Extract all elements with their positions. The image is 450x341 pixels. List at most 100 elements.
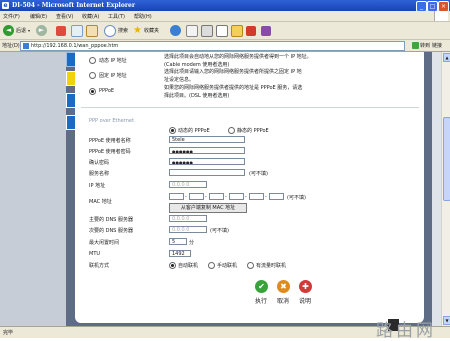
secondary-dns-input[interactable]: 0.0.0.0 bbox=[169, 226, 207, 233]
wan-dynamic-desc: 选择此项目会自动地从您的网际网络服务提供者得到一个 IP 地址。 bbox=[164, 54, 312, 60]
ip-address-input[interactable]: 0.0.0.0 bbox=[169, 181, 207, 188]
scroll-up-icon[interactable]: ▲ bbox=[443, 53, 450, 62]
pppoe-dynamic-label: 动态的 PPPoE bbox=[178, 128, 210, 134]
refresh-button[interactable] bbox=[71, 24, 83, 37]
mtu-label: MTU bbox=[89, 251, 101, 257]
mac-sep-3: - bbox=[225, 194, 227, 200]
forward-button[interactable]: ► bbox=[36, 24, 47, 37]
clone-mac-button[interactable]: 从客户端复制 MAC 地址 bbox=[169, 203, 247, 213]
wan-pppoe-note: 择此项目。(DSL 使用者选用) bbox=[164, 93, 230, 99]
idle-time-input[interactable]: 5 bbox=[169, 238, 187, 245]
mac-address-label: MAC 地址 bbox=[89, 199, 112, 205]
folder-button[interactable] bbox=[231, 24, 243, 37]
research-button[interactable] bbox=[261, 24, 271, 37]
primary-dns-label: 主要的 DNS 服务器 bbox=[89, 217, 133, 223]
go-button[interactable]: 转到 bbox=[412, 42, 430, 49]
address-url: http://192.168.0.1/wan_pppoe.htm bbox=[31, 43, 119, 49]
mac-octet-5[interactable] bbox=[249, 193, 264, 200]
menu-tools[interactable]: 工具(T) bbox=[108, 13, 125, 20]
mac-octet-4[interactable] bbox=[229, 193, 244, 200]
favorites-button[interactable]: ★ 收藏夹 bbox=[133, 24, 159, 37]
back-label: 后退 bbox=[16, 28, 27, 34]
confirm-password-input[interactable]: ●●●●●● bbox=[169, 158, 245, 165]
wan-static-note: 址设定信息。 bbox=[164, 77, 195, 83]
connect-on-demand-radio[interactable] bbox=[247, 262, 254, 269]
mtu-input[interactable]: 1492 bbox=[169, 250, 191, 257]
stop-button[interactable] bbox=[56, 24, 66, 37]
username-input[interactable]: 5tele bbox=[169, 136, 245, 143]
window-title: DI-504 - Microsoft Internet Explorer bbox=[12, 2, 135, 9]
wan-pppoe-radio[interactable] bbox=[89, 88, 96, 95]
refresh-icon bbox=[71, 24, 83, 37]
pppoe-dynamic-radio[interactable] bbox=[169, 127, 176, 134]
connect-manual-radio[interactable] bbox=[208, 262, 215, 269]
menu-help[interactable]: 帮助(H) bbox=[134, 13, 152, 20]
secondary-dns-label: 次要的 DNS 服务器 bbox=[89, 228, 133, 234]
cancel-icon[interactable]: ✖ bbox=[277, 280, 290, 293]
connect-auto-radio[interactable] bbox=[169, 262, 176, 269]
edit-icon bbox=[216, 24, 228, 37]
service-name-input[interactable] bbox=[169, 169, 245, 176]
mac-octet-2[interactable] bbox=[189, 193, 204, 200]
wan-dynamic-radio[interactable] bbox=[89, 57, 96, 64]
password-input[interactable]: ●●●●●● bbox=[169, 147, 245, 154]
page-content: 设置向导 WAN LAN DHCP 动态 IP 地址 选择此项目会自动地从您的网… bbox=[0, 52, 441, 326]
apply-label[interactable]: 执行 bbox=[255, 296, 267, 305]
help-icon[interactable]: ✚ bbox=[299, 280, 312, 293]
mac-octet-3[interactable] bbox=[209, 193, 224, 200]
secondary-dns-note: (可不填) bbox=[210, 228, 229, 234]
menu-file[interactable]: 文件(F) bbox=[3, 13, 20, 20]
forward-arrow-icon: ► bbox=[36, 25, 47, 36]
section-title: PPP over Ethernet bbox=[89, 118, 134, 124]
back-button[interactable]: ◄ 后退 ▾ bbox=[3, 24, 30, 37]
media-button[interactable] bbox=[170, 24, 181, 37]
mac-octet-1[interactable] bbox=[169, 193, 184, 200]
messenger-button[interactable] bbox=[246, 24, 256, 37]
edit-button[interactable] bbox=[216, 24, 228, 37]
scroll-down-icon[interactable]: ▼ bbox=[443, 316, 450, 325]
mac-note: (可不填) bbox=[287, 195, 306, 201]
pppoe-static-label: 静态的 PPPoE bbox=[237, 128, 269, 134]
connect-on-demand-label: 有流量时联机 bbox=[256, 263, 287, 269]
search-button[interactable]: 搜索 bbox=[104, 24, 128, 37]
mail-button[interactable] bbox=[186, 24, 198, 37]
address-input[interactable]: http://192.168.0.1/wan_pppoe.htm bbox=[20, 41, 405, 51]
print-button[interactable] bbox=[201, 24, 213, 37]
stop-icon bbox=[56, 25, 66, 36]
pppoe-static-radio[interactable] bbox=[228, 127, 235, 134]
username-label: PPPoE 使用者名称 bbox=[89, 138, 131, 144]
wan-static-label: 固定 IP 地址 bbox=[99, 73, 127, 79]
service-name-note: (可不填) bbox=[249, 171, 268, 177]
connect-auto-label: 自动联机 bbox=[178, 263, 199, 269]
wan-static-desc: 选择此项目请输入您的网际网络服务提供者所提供之固定 IP 地 bbox=[164, 69, 302, 75]
wan-dynamic-note: (Cable modem 使用者选用) bbox=[164, 62, 230, 68]
confirm-password-label: 确认密码 bbox=[89, 160, 110, 166]
scroll-thumb[interactable] bbox=[443, 117, 450, 201]
address-label: 地址(D) bbox=[2, 43, 20, 49]
wan-pppoe-desc: 如果您的网际网络服务提供者提供的地址是 PPPoE 服务，请选 bbox=[164, 85, 303, 91]
apply-icon[interactable]: ✔ bbox=[255, 280, 268, 293]
status-text: 完毕 bbox=[3, 330, 14, 336]
cancel-label[interactable]: 取消 bbox=[277, 296, 289, 305]
research-icon bbox=[261, 25, 271, 36]
mac-octet-6[interactable] bbox=[269, 193, 284, 200]
primary-dns-input[interactable]: 0.0.0.0 bbox=[169, 215, 207, 222]
menu-edit[interactable]: 编辑(E) bbox=[30, 13, 47, 20]
help-label[interactable]: 说明 bbox=[299, 296, 311, 305]
home-button[interactable] bbox=[86, 24, 98, 37]
links-button[interactable]: 链接 bbox=[432, 42, 442, 49]
wan-pppoe-label: PPPoE bbox=[99, 88, 115, 94]
menu-view[interactable]: 查看(V) bbox=[56, 13, 73, 20]
watermark: 路由网 bbox=[376, 321, 436, 341]
wan-static-radio[interactable] bbox=[89, 72, 96, 79]
mail-icon bbox=[186, 24, 198, 37]
vertical-scrollbar[interactable]: ▲ ▼ bbox=[441, 52, 450, 326]
connect-manual-label: 手动联机 bbox=[217, 263, 238, 269]
search-icon bbox=[104, 24, 116, 37]
mac-sep-5: - bbox=[265, 194, 267, 200]
left-strip bbox=[0, 52, 66, 326]
print-icon bbox=[201, 24, 213, 37]
mac-sep-4: - bbox=[245, 194, 247, 200]
password-label: PPPoE 使用者密码 bbox=[89, 149, 131, 155]
menu-favorites[interactable]: 收藏(A) bbox=[82, 13, 99, 20]
